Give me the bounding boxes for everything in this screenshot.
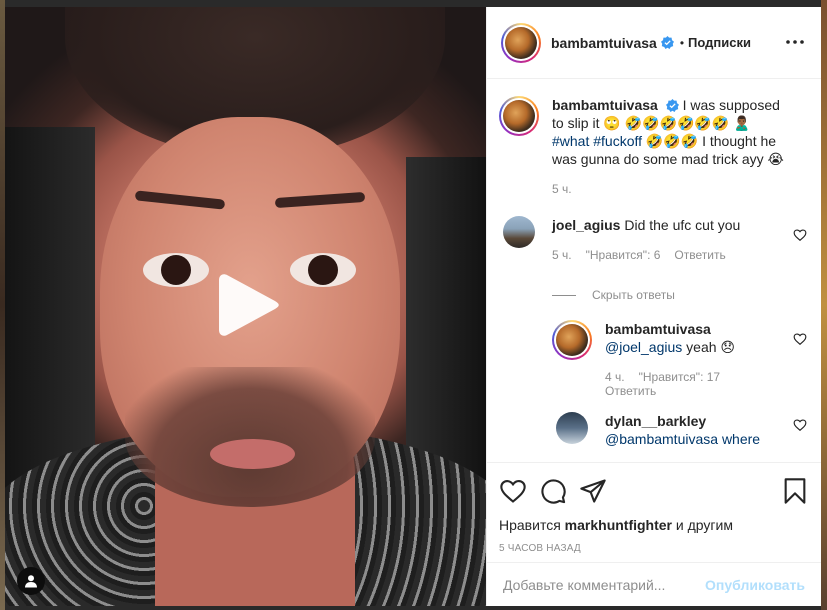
comment-username[interactable]: joel_agius — [552, 217, 620, 233]
caption-author-avatar[interactable] — [499, 96, 539, 136]
comment-icon[interactable] — [539, 477, 567, 505]
hide-replies-line — [552, 294, 576, 296]
comment-row: joel_agius Did the ufc cut you 5 ч. "Нра… — [499, 216, 807, 264]
like-heart-icon[interactable] — [499, 477, 527, 505]
reply-author-avatar[interactable] — [552, 320, 592, 360]
video-eye-left — [143, 253, 209, 287]
reply-time: 4 ч. — [605, 370, 625, 384]
caption-username[interactable]: bambamtuivasa — [552, 97, 658, 113]
reply-body: where — [721, 431, 761, 447]
following-button[interactable]: Подписки — [688, 35, 751, 50]
caption-text: bambamtuivasa I was supposed to slip it … — [552, 96, 790, 198]
reply-row: dylan__barkley @bambamtuivasa where — [552, 412, 807, 452]
comment-reply-button[interactable]: Ответить — [674, 246, 725, 264]
liked-by-prefix: Нравится — [499, 517, 561, 533]
reply-commenter-avatar[interactable] — [556, 412, 588, 444]
more-options-icon[interactable] — [785, 34, 805, 50]
comment-text: joel_agius Did the ufc cut you 5 ч. "Нра… — [552, 216, 790, 264]
hide-replies-label: Скрыть ответы — [592, 288, 675, 302]
post-actions: Нравится markhuntfighter и другим 5 часо… — [487, 462, 821, 554]
reply-username[interactable]: bambamtuivasa — [605, 321, 711, 337]
comment-body: Did the ufc cut you — [624, 217, 741, 233]
liked-by-others[interactable]: и другим — [676, 517, 733, 533]
video-beard — [125, 367, 375, 507]
caption-row: bambamtuivasa I was supposed to slip it … — [499, 96, 807, 198]
add-comment-bar: Опубликовать — [487, 562, 821, 606]
bookmark-icon[interactable] — [781, 477, 809, 505]
video-player[interactable] — [5, 7, 486, 606]
publish-button[interactable]: Опубликовать — [705, 577, 805, 593]
comment-meta: 5 ч. "Нравится": 6 Ответить — [552, 246, 790, 264]
user-tag-icon[interactable] — [17, 567, 45, 595]
reply-row: bambamtuivasa @joel_agius yeah 😞 4 ч. "Н… — [552, 320, 807, 398]
caption-verified-icon — [665, 99, 679, 112]
author-avatar[interactable] — [501, 22, 541, 63]
reply-likes[interactable]: "Нравится": 17 — [639, 370, 721, 384]
comment-time: 5 ч. — [552, 248, 572, 262]
comment-likes[interactable]: "Нравится": 6 — [586, 246, 661, 264]
video-mouth — [210, 439, 295, 469]
reply-reply-button[interactable]: Ответить — [605, 384, 656, 398]
reply-username[interactable]: dylan__barkley — [605, 413, 706, 429]
video-eye-right — [290, 253, 356, 287]
author-username[interactable]: bambamtuivasa — [551, 35, 657, 51]
share-icon[interactable] — [579, 477, 607, 505]
play-icon[interactable] — [213, 269, 283, 341]
reply-text: dylan__barkley @bambamtuivasa where — [605, 412, 785, 452]
reply-like-heart-icon[interactable] — [793, 418, 807, 432]
reply-text: bambamtuivasa @joel_agius yeah 😞 4 ч. "Н… — [605, 320, 785, 398]
post-header: bambamtuivasa • Подписки — [487, 7, 821, 79]
caption-hashtags[interactable]: #what #fuckoff — [552, 133, 642, 149]
liked-by-user[interactable]: markhuntfighter — [565, 517, 672, 533]
reply-body: yeah 😞 — [686, 339, 735, 355]
reply-meta: 4 ч. "Нравится": 17 Ответить — [605, 370, 785, 398]
comment-like-heart-icon[interactable] — [793, 228, 807, 242]
action-icons — [499, 471, 809, 511]
liked-by-text: Нравится markhuntfighter и другим — [499, 517, 809, 533]
comments-list[interactable]: bambamtuivasa I was supposed to slip it … — [487, 80, 821, 462]
separator-dot: • — [679, 35, 685, 50]
post-details-panel: bambamtuivasa • Подписки bambamtuivasa I… — [486, 7, 821, 606]
post-modal: bambamtuivasa • Подписки bambamtuivasa I… — [5, 7, 821, 606]
backdrop-strip-right — [821, 0, 827, 610]
caption-time: 5 ч. — [552, 182, 572, 196]
reply-mention[interactable]: @joel_agius — [605, 339, 682, 355]
reply-like-heart-icon[interactable] — [793, 332, 807, 346]
hide-replies-toggle[interactable]: Скрыть ответы — [552, 288, 807, 302]
commenter-avatar[interactable] — [503, 216, 535, 248]
post-timestamp[interactable]: 5 часов назад — [499, 543, 809, 554]
comment-input[interactable] — [503, 576, 706, 593]
caption-meta: 5 ч. — [552, 180, 790, 198]
person-icon — [25, 575, 37, 588]
verified-badge-icon — [660, 36, 674, 49]
reply-mention[interactable]: @bambamtuivasa — [605, 431, 718, 447]
